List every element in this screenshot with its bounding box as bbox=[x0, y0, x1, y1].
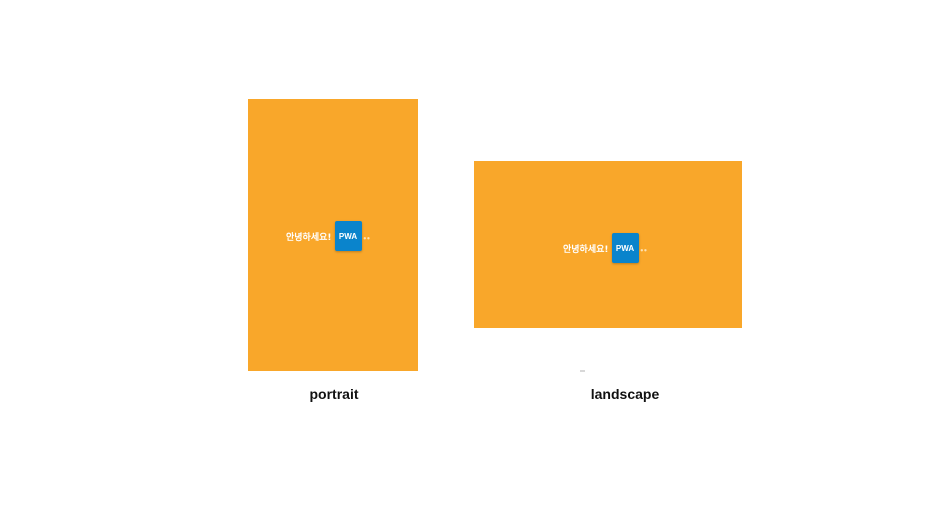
landscape-caption: landscape bbox=[590, 386, 660, 402]
landscape-screen: 안녕하세요! PWA ● ● bbox=[474, 161, 742, 328]
landscape-pwa-label: PWA bbox=[615, 243, 635, 253]
orientation-comparison: 안녕하세요! PWA ● ● 안녕하세요! PWA ● ● portrait l… bbox=[0, 0, 925, 531]
landscape-splash: 안녕하세요! PWA ● ● bbox=[563, 233, 647, 263]
portrait-screen: 안녕하세요! PWA ● ● bbox=[248, 99, 418, 371]
portrait-greeting: 안녕하세요! bbox=[286, 232, 332, 243]
landscape-pwa-badge: PWA bbox=[611, 233, 639, 263]
landscape-greeting: 안녕하세요! bbox=[563, 244, 609, 255]
portrait-splash: 안녕하세요! PWA ● ● bbox=[286, 221, 370, 251]
portrait-badge-mark: ● ● bbox=[363, 235, 370, 240]
portrait-pwa-badge: PWA bbox=[334, 221, 362, 251]
small-artifact bbox=[580, 370, 585, 372]
portrait-pwa-label: PWA bbox=[338, 231, 358, 241]
landscape-badge-mark: ● ● bbox=[640, 247, 647, 252]
portrait-caption: portrait bbox=[309, 386, 359, 402]
